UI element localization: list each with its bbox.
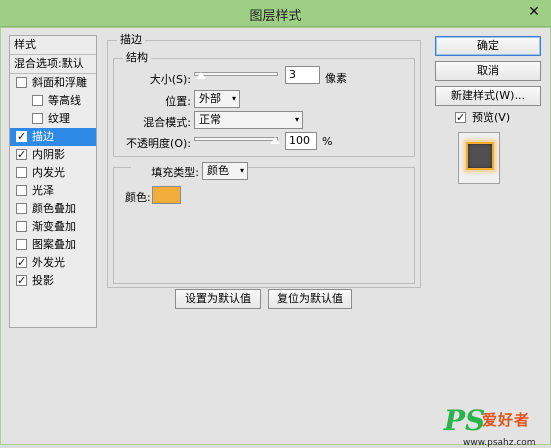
style-item-label: 纹理 bbox=[48, 112, 70, 125]
style-item[interactable]: 渐变叠加 bbox=[10, 218, 96, 236]
chevron-down-icon: ▾ bbox=[294, 115, 299, 124]
style-list-header[interactable]: 样式 bbox=[10, 36, 96, 55]
preview-thumbnail bbox=[466, 142, 494, 170]
watermark-name: 爱好者 bbox=[482, 411, 531, 429]
position-label: 位置: bbox=[165, 95, 191, 108]
opacity-label: 不透明度(O): bbox=[126, 137, 191, 150]
fill-type-label: 填充类型: bbox=[131, 164, 201, 180]
style-item[interactable]: 图案叠加 bbox=[10, 236, 96, 254]
style-item-checkbox[interactable] bbox=[32, 113, 43, 124]
preview-label: 预览(V) bbox=[472, 111, 511, 124]
style-item-label: 外发光 bbox=[32, 256, 65, 269]
fill-type-select[interactable]: 颜色 ▾ bbox=[202, 162, 248, 180]
color-swatch[interactable] bbox=[152, 186, 181, 204]
style-item-label: 描边 bbox=[32, 130, 54, 143]
style-item-checkbox[interactable] bbox=[16, 167, 27, 178]
opacity-input[interactable]: 100 bbox=[285, 132, 317, 150]
style-item-checkbox[interactable] bbox=[16, 185, 27, 196]
style-item-checkbox[interactable] bbox=[16, 221, 27, 232]
style-item-checkbox[interactable] bbox=[16, 239, 27, 250]
style-item[interactable]: 纹理 bbox=[10, 110, 96, 128]
style-item-checkbox[interactable]: ✓ bbox=[16, 275, 27, 286]
size-slider-thumb[interactable] bbox=[194, 71, 207, 80]
blend-mode-label: 混合模式: bbox=[143, 116, 191, 129]
preview-checkbox-row[interactable]: ✓ 预览(V) bbox=[455, 109, 535, 127]
style-item[interactable]: ✓ 投影 bbox=[10, 272, 96, 290]
style-item-checkbox[interactable] bbox=[16, 203, 27, 214]
style-item-label: 等高线 bbox=[48, 94, 81, 107]
reset-default-button[interactable]: 复位为默认值 bbox=[268, 289, 352, 309]
window-title: 图层样式 bbox=[249, 9, 302, 24]
blend-mode-value: 正常 bbox=[199, 113, 221, 126]
style-item[interactable]: ✓ 描边 bbox=[10, 128, 96, 146]
stroke-section-title: 描边 bbox=[117, 31, 145, 47]
opacity-slider-track[interactable] bbox=[194, 137, 278, 141]
opacity-unit: % bbox=[322, 135, 333, 148]
structure-title: 结构 bbox=[123, 49, 151, 65]
size-label: 大小(S): bbox=[149, 73, 191, 86]
fill-group bbox=[113, 167, 415, 284]
style-item-label: 内阴影 bbox=[32, 148, 65, 161]
style-items: 斜面和浮雕等高线纹理 ✓ 描边 ✓ 内阴影内发光光泽颜色叠加渐变叠加图案叠加 ✓ 外发光 ✓ 投… bbox=[10, 74, 96, 290]
style-item[interactable]: ✓ 内阴影 bbox=[10, 146, 96, 164]
ok-button[interactable]: 确定 bbox=[435, 36, 541, 56]
style-preview bbox=[458, 132, 500, 184]
style-item-label: 投影 bbox=[32, 274, 54, 287]
color-label: 颜色: bbox=[125, 191, 151, 204]
blend-mode-select[interactable]: 正常 ▾ bbox=[194, 111, 303, 129]
watermark-logo: PS bbox=[444, 404, 486, 437]
new-style-button[interactable]: 新建样式(W)... bbox=[435, 86, 541, 106]
layer-style-dialog: 样式 混合选项:默认 斜面和浮雕等高线纹理 ✓ 描边 ✓ 内阴影内发光光泽颜色叠加渐变叠… bbox=[0, 27, 551, 448]
style-item[interactable]: 等高线 bbox=[10, 92, 96, 110]
preview-checkbox[interactable]: ✓ bbox=[455, 112, 466, 123]
style-item[interactable]: 颜色叠加 bbox=[10, 200, 96, 218]
blend-options-item[interactable]: 混合选项:默认 bbox=[10, 55, 96, 74]
style-list: 样式 混合选项:默认 斜面和浮雕等高线纹理 ✓ 描边 ✓ 内阴影内发光光泽颜色叠加渐变叠… bbox=[9, 35, 97, 328]
style-item-checkbox[interactable] bbox=[16, 77, 27, 88]
position-value: 外部 bbox=[199, 92, 221, 105]
size-unit: 像素 bbox=[325, 72, 347, 85]
style-item-checkbox[interactable]: ✓ bbox=[16, 149, 27, 160]
opacity-slider-thumb[interactable] bbox=[269, 136, 281, 145]
style-item-label: 渐变叠加 bbox=[32, 220, 76, 233]
size-input[interactable]: 3 bbox=[285, 66, 320, 84]
style-item-checkbox[interactable]: ✓ bbox=[16, 131, 27, 142]
style-item-label: 颜色叠加 bbox=[32, 202, 76, 215]
style-item-checkbox[interactable]: ✓ bbox=[16, 257, 27, 268]
watermark-url: www.psahz.com bbox=[463, 438, 536, 448]
style-item[interactable]: 光泽 bbox=[10, 182, 96, 200]
position-select[interactable]: 外部 ▾ bbox=[194, 90, 240, 108]
set-default-button[interactable]: 设置为默认值 bbox=[175, 289, 261, 309]
close-icon[interactable]: ✕ bbox=[521, 2, 547, 23]
fill-type-value: 颜色 bbox=[207, 164, 229, 177]
style-item-label: 图案叠加 bbox=[32, 238, 76, 251]
title-bar: 图层样式 ✕ bbox=[0, 0, 551, 27]
style-item-label: 斜面和浮雕 bbox=[32, 76, 87, 89]
style-item[interactable]: ✓ 外发光 bbox=[10, 254, 96, 272]
style-item[interactable]: 斜面和浮雕 bbox=[10, 74, 96, 92]
style-item[interactable]: 内发光 bbox=[10, 164, 96, 182]
chevron-down-icon: ▾ bbox=[231, 94, 236, 103]
style-item-checkbox[interactable] bbox=[32, 95, 43, 106]
cancel-button[interactable]: 取消 bbox=[435, 61, 541, 81]
style-item-label: 内发光 bbox=[32, 166, 65, 179]
size-slider-track[interactable] bbox=[194, 72, 278, 76]
chevron-down-icon: ▾ bbox=[239, 166, 244, 175]
style-item-label: 光泽 bbox=[32, 184, 54, 197]
